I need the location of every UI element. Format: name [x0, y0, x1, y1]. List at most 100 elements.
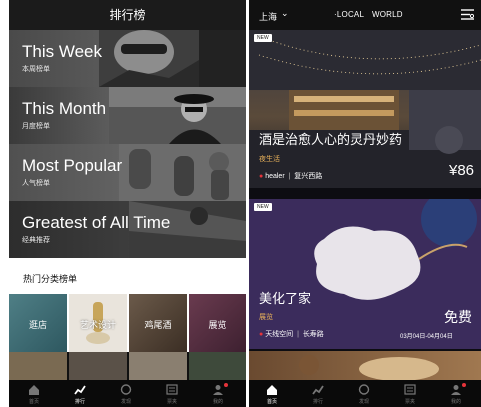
ranking-photo	[99, 30, 246, 87]
category-label: 鸡尾酒	[144, 320, 172, 330]
ranking-title: This Week	[22, 42, 102, 61]
trend-icon	[312, 385, 324, 395]
home-icon	[267, 385, 277, 395]
ranking-subtitle: 人气榜单	[22, 180, 50, 187]
category-tile[interactable]	[129, 352, 187, 380]
ranking-subtitle: 月度榜单	[22, 123, 50, 130]
ranking-greatest-of-all-time[interactable]: Greatest of All Time 经典推荐	[9, 201, 246, 258]
category-cocktail[interactable]: 鸡尾酒	[129, 294, 187, 352]
ranking-title: Most Popular	[22, 156, 123, 175]
feed-card-next[interactable]	[249, 351, 481, 380]
chevron-down-icon[interactable]: ⌄	[281, 8, 289, 19]
tab-label: 票夹	[166, 399, 177, 405]
feed-card-exhibition[interactable]: NEW 美化了家 展览 ● 天线空间 | 长寿路 免费 03月04日-04月04…	[249, 199, 481, 349]
tab-discover[interactable]: 发现	[103, 380, 149, 407]
tab-label: 票夹	[404, 399, 415, 405]
top-bar: 上海 ⌄ ·LOCAL WORLD	[249, 0, 481, 30]
ranking-subtitle: 本周榜单	[22, 66, 50, 73]
tab-label: 排行	[74, 399, 85, 405]
category-label: 展览	[208, 320, 227, 330]
feed-photo	[299, 355, 439, 380]
feed-price: ¥86	[449, 162, 475, 179]
menu-lines-icon[interactable]	[461, 9, 474, 20]
category-tile[interactable]	[189, 352, 246, 380]
notification-dot	[224, 383, 228, 387]
venue-address: 长寿路	[302, 331, 324, 338]
ranking-most-popular[interactable]: Most Popular 人气榜单	[9, 144, 246, 201]
tab-label: 我的	[212, 399, 223, 405]
tab-label: 我的	[450, 399, 461, 405]
ranking-subtitle: 经典推荐	[22, 237, 50, 244]
category-list-more	[9, 352, 246, 380]
section-header: 热门分类榜单	[9, 258, 246, 294]
feed-location: ● 天线空间 | 长寿路	[259, 329, 324, 339]
category-label: 艺术设计	[79, 320, 116, 330]
location-pin-icon: ●	[259, 173, 264, 180]
tab-ranking[interactable]: 排行	[57, 380, 103, 407]
ranking-this-week[interactable]: This Week 本周榜单	[9, 30, 246, 87]
tab-discover[interactable]: 发现	[341, 380, 387, 407]
ranking-photo	[109, 87, 246, 144]
tab-label: 排行	[312, 399, 323, 405]
venue-name: 天线空间	[265, 331, 294, 338]
tab-tickets[interactable]: 票夹	[387, 380, 433, 407]
notification-dot	[462, 383, 466, 387]
feed-category: 展览	[259, 314, 273, 321]
circle-icon	[358, 384, 370, 395]
ticket-icon	[166, 384, 178, 395]
category-list: 逛店 艺术设计 鸡尾酒 展览	[9, 294, 246, 352]
ranking-title: Greatest of All Time	[22, 213, 171, 232]
tab-tickets[interactable]: 票夹	[149, 380, 195, 407]
rankings-header: 排行榜	[9, 0, 246, 30]
location-pin-icon: ●	[259, 331, 264, 338]
trend-icon	[74, 385, 86, 395]
tab-bar: 首页 排行 发现 票夹 我的	[249, 380, 481, 407]
feed-dates: 03月04日-04月04日	[400, 334, 453, 340]
separator: |	[286, 173, 293, 180]
tab-profile[interactable]: 我的	[433, 380, 479, 407]
category-tile[interactable]	[69, 352, 127, 380]
category-exhibition[interactable]: 展览	[189, 294, 246, 352]
tab-label: 发现	[358, 399, 369, 405]
tab-label: 发现	[120, 399, 131, 405]
venue-address: 复兴西路	[294, 173, 323, 180]
tab-bar: 首页 排行 发现 票夹 我的	[9, 380, 246, 407]
tab-ranking[interactable]: 排行	[295, 380, 341, 407]
feed-price: 免费	[444, 309, 472, 325]
user-icon	[213, 385, 223, 395]
category-shopping[interactable]: 逛店	[9, 294, 67, 352]
tab-home[interactable]: 首页	[11, 380, 57, 407]
rankings-screen: 排行榜 This Week 本周榜单 This Month 月度榜单 Most …	[9, 0, 246, 407]
user-icon	[451, 385, 461, 395]
feed-title: 美化了家	[259, 291, 312, 306]
new-badge: NEW	[254, 34, 272, 42]
category-art-design[interactable]: 艺术设计	[69, 294, 127, 352]
tab-profile[interactable]: 我的	[195, 380, 241, 407]
tab-label: 首页	[266, 399, 277, 405]
scope-local-label: LOCAL	[336, 10, 365, 19]
home-icon	[29, 385, 39, 395]
ranking-title: This Month	[22, 99, 107, 118]
feed-location: ● healer | 复兴西路	[259, 171, 322, 181]
feed-category: 夜生活	[259, 156, 280, 163]
tab-local[interactable]: ·LOCAL	[334, 10, 364, 19]
page-title: 排行榜	[109, 8, 146, 22]
tab-home[interactable]: 首页	[249, 380, 295, 407]
section-title: 热门分类榜单	[23, 274, 78, 284]
feed-card-bar[interactable]: NEW 酒是治愈人心的灵丹妙药 夜生活 ● healer | 复兴西路 ¥86	[249, 30, 481, 188]
ranking-this-month[interactable]: This Month 月度榜单	[9, 87, 246, 144]
new-badge: NEW	[254, 203, 272, 211]
city-selector[interactable]: 上海	[259, 10, 277, 23]
category-tile[interactable]	[9, 352, 67, 380]
ranking-photo	[119, 144, 246, 201]
circle-icon	[120, 384, 132, 395]
ticket-icon	[404, 384, 416, 395]
tab-label: 首页	[28, 399, 39, 405]
feed-title: 酒是治愈人心的灵丹妙药	[259, 132, 403, 147]
feed-photo	[249, 30, 481, 188]
tab-world[interactable]: WORLD	[372, 10, 403, 19]
venue-name: healer	[265, 173, 285, 180]
local-feed-screen: 上海 ⌄ ·LOCAL WORLD NEW 酒是治愈人心的灵丹妙药 夜生活 ●	[249, 0, 481, 407]
category-label: 逛店	[28, 320, 47, 330]
separator: |	[295, 331, 301, 338]
